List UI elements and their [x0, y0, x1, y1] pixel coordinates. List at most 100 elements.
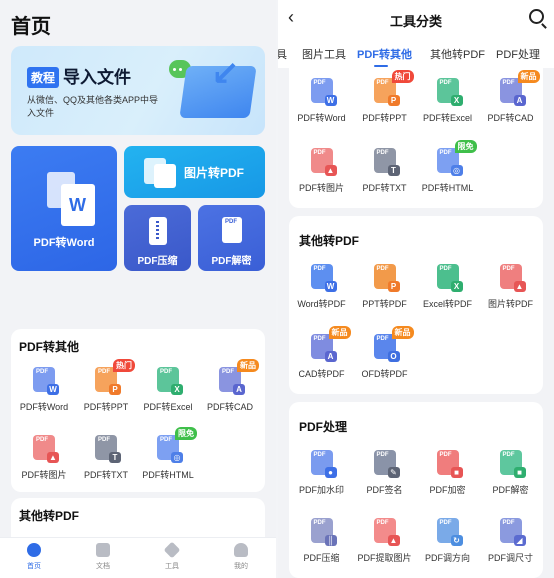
pdf-compress-tile[interactable]: PDF压缩	[124, 205, 191, 271]
tab-documents[interactable]: 文档	[83, 543, 123, 571]
tool-label: PDF提取图片	[357, 553, 412, 563]
tool-item[interactable]: PDF ◎ 限免 PDF转HTML	[137, 427, 199, 481]
tool-label: PDF转CAD	[487, 113, 534, 123]
pdf-text: PDF	[36, 369, 48, 375]
pdf-doc-icon	[154, 164, 176, 188]
tool-label: PDF加密	[429, 485, 466, 495]
banner-subtitle: 从微信、QQ及其他各类APP中导入文件	[27, 95, 159, 118]
tool-item[interactable]: PDF ↻ PDF调方向	[416, 518, 479, 564]
image-glyph-icon: ▲	[387, 535, 400, 546]
import-files-banner[interactable]: 教程 导入文件 从微信、QQ及其他各类APP中导入文件 ↙	[11, 46, 265, 135]
pdf-processing-group: PDF处理 PDF ● PDF加水印 PDF ✎ PDF签名 PDF ■ PDF加密 PDF ■ PD…	[289, 402, 543, 578]
cad-file-icon: PDF A 新品	[219, 359, 259, 395]
tab-label: 文档	[96, 563, 110, 570]
word-glyph-icon: W	[324, 281, 337, 292]
tool-item[interactable]: PDF A 新品 PDF转CAD	[479, 70, 542, 124]
txt-file-icon: PDF T	[373, 148, 400, 176]
drop-glyph-icon: ●	[324, 467, 337, 478]
pdf-to-word-tile[interactable]: W PDF转Word	[11, 146, 117, 271]
txt-glyph-icon: T	[387, 165, 400, 176]
tool-item[interactable]: PDF W PDF转Word	[13, 367, 75, 413]
tool-item[interactable]: PDF X PDF转Excel	[137, 367, 199, 413]
tool-item[interactable]: PDF ◎ 限免 PDF转HTML	[416, 140, 479, 194]
pdf-text: PDF	[160, 369, 172, 375]
pdf-text: PDF	[502, 452, 515, 458]
tab-home[interactable]: 首页	[14, 543, 54, 571]
tab-tools-partial[interactable]: 具	[278, 46, 287, 62]
section-title: PDF转其他	[19, 340, 80, 354]
tab-pdf-processing[interactable]: PDF处理	[496, 46, 540, 62]
new-badge: 新品	[328, 326, 351, 339]
tool-item[interactable]: PDF O 新品 OFD转PDF	[353, 326, 416, 380]
pdf-text: PDF	[502, 266, 515, 272]
pdf-text: PDF	[439, 452, 452, 458]
free-badge: 限免	[454, 140, 477, 153]
cad-glyph-icon: A	[233, 384, 245, 395]
tool-item[interactable]: PDF ◢ PDF调尺寸	[479, 518, 542, 564]
tool-item[interactable]: PDF ▲ PDF提取图片	[353, 518, 416, 564]
pdf-text: PDF	[439, 80, 452, 86]
tool-label: PDF调方向	[424, 553, 470, 563]
section-title: PDF处理	[299, 420, 348, 434]
tab-tools[interactable]: 工具	[152, 541, 192, 571]
txt-file-icon: PDF T	[95, 435, 121, 463]
tool-item[interactable]: PDF ● PDF加水印	[290, 450, 353, 496]
tool-item[interactable]: PDF ▲ 图片转PDF	[479, 264, 542, 310]
tool-item[interactable]: PDF X Excel转PDF	[416, 264, 479, 310]
tool-item[interactable]: PDF ✎ PDF签名	[353, 450, 416, 496]
cad-file-icon: PDF A 新品	[499, 70, 540, 106]
zip-glyph-icon: ║	[324, 535, 337, 546]
pdf-text: PDF	[313, 520, 326, 526]
tool-item[interactable]: PDF ▲ PDF转图片	[13, 435, 75, 481]
tool-label: PDF压缩	[303, 553, 340, 563]
pdf-decrypt-tile[interactable]: PDF PDF解密	[198, 205, 265, 271]
tool-item[interactable]: PDF A 新品 CAD转PDF	[290, 326, 353, 380]
tool-label: PDF转图片	[21, 470, 67, 480]
unlock-file-icon: PDF ■	[499, 450, 526, 478]
word-letter: W	[69, 195, 86, 215]
hot-badge: 热门	[391, 70, 414, 83]
txt-glyph-icon: T	[109, 452, 121, 463]
pdf-text: PDF	[98, 437, 110, 443]
ppt-glyph-icon: P	[387, 281, 400, 292]
header: ‹ 工具分类	[278, 0, 554, 38]
tool-item[interactable]: PDF ▲ PDF转图片	[290, 148, 353, 194]
tool-item[interactable]: PDF P 热门 PDF转PPT	[75, 359, 137, 413]
tool-item[interactable]: PDF T PDF转TXT	[75, 435, 137, 481]
home-screen: 首页 教程 导入文件 从微信、QQ及其他各类APP中导入文件 ↙ W PDF转W…	[0, 0, 276, 578]
tool-label: PDF转PPT	[362, 113, 407, 123]
tool-item[interactable]: PDF P 热门 PDF转PPT	[353, 70, 416, 124]
tool-item[interactable]: PDF W Word转PDF	[290, 264, 353, 310]
tool-item[interactable]: PDF X PDF转Excel	[416, 78, 479, 124]
bottom-tab-bar: 首页 文档 工具 我的	[0, 537, 276, 578]
pdf-to-other-group: PDF W PDF转Word PDF P 热门 PDF转PPT PDF X PDF转Excel PD…	[289, 68, 543, 208]
tool-item[interactable]: PDF ■ PDF加密	[416, 450, 479, 496]
tab-pdf-to-other[interactable]: PDF转其他	[357, 46, 412, 62]
ppt-glyph-icon: P	[109, 384, 121, 395]
tool-item[interactable]: PDF A 新品 PDF转CAD	[199, 359, 261, 413]
image-to-pdf-tile[interactable]: 图片转PDF	[124, 146, 265, 198]
pdf-text: PDF	[36, 437, 48, 443]
new-badge: 新品	[237, 359, 259, 372]
pdf-text: PDF	[502, 80, 515, 86]
page-title: 工具分类	[389, 14, 442, 29]
tool-item[interactable]: PDF W PDF转Word	[290, 78, 353, 124]
home-icon	[27, 543, 41, 557]
tab-other-to-pdf[interactable]: 其他转PDF	[430, 46, 485, 62]
tool-item[interactable]: PDF ■ PDF解密	[479, 450, 542, 496]
active-tab-indicator	[374, 65, 388, 67]
search-icon[interactable]	[529, 9, 544, 24]
unlock-glyph-icon: ■	[513, 467, 526, 478]
banner-title: 导入文件	[63, 68, 131, 87]
tab-profile[interactable]: 我的	[221, 543, 261, 571]
tool-item[interactable]: PDF T PDF转TXT	[353, 148, 416, 194]
image-glyph-icon: ▲	[324, 165, 337, 176]
tool-item[interactable]: PDF P PPT转PDF	[353, 264, 416, 310]
tool-item[interactable]: PDF ║ PDF压缩	[290, 518, 353, 564]
section-title: 其他转PDF	[299, 234, 360, 248]
word-glyph-icon: W	[324, 95, 337, 106]
tile-label: 图片转PDF	[184, 166, 245, 180]
tab-image-tools[interactable]: 图片工具	[302, 46, 346, 62]
pdf-text: PDF	[160, 437, 172, 443]
pdf-text: PDF	[376, 520, 389, 526]
